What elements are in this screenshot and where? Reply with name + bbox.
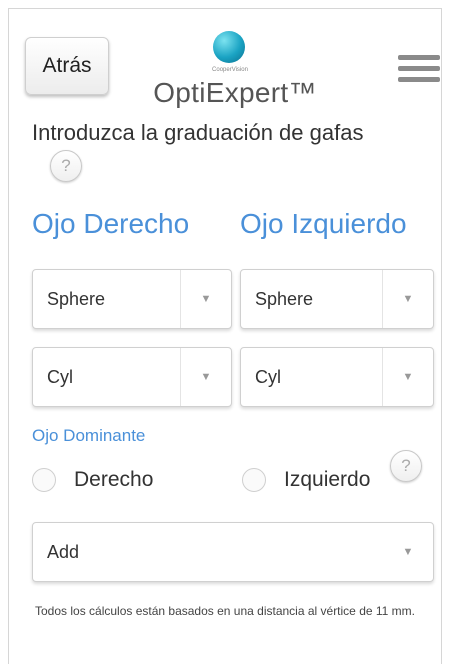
select-value: Add — [47, 542, 80, 562]
chevron-down-icon: ▼ — [382, 270, 433, 328]
question-mark-icon[interactable]: ? — [50, 150, 82, 182]
opti-expert-logo: CooperVision OptiExpert™ — [150, 25, 320, 117]
logo-ball-icon — [213, 31, 245, 63]
select-value: Cyl — [255, 367, 281, 387]
left-eye-title: Ojo Izquierdo — [240, 208, 407, 239]
radio-label: Izquierdo — [284, 468, 371, 491]
chevron-down-icon: ▼ — [382, 348, 433, 406]
back-button[interactable]: Atrás — [25, 37, 109, 95]
add-select[interactable]: Add ▼ — [32, 522, 434, 582]
chevron-down-icon: ▼ — [402, 546, 414, 558]
page-heading: Introduzca la graduación de gafas — [32, 120, 364, 145]
logo-name: OptiExpert™ — [153, 77, 317, 108]
right-sphere-select[interactable]: Sphere ▼ — [32, 269, 232, 329]
chevron-down-icon: ▼ — [180, 270, 231, 328]
right-eye-title: Ojo Derecho — [32, 208, 190, 239]
vertex-distance-footnote: Todos los cálculos están basados en una … — [35, 604, 415, 618]
right-cyl-select[interactable]: Cyl ▼ — [32, 347, 232, 407]
hamburger-menu-icon[interactable] — [398, 55, 440, 85]
select-value: Cyl — [47, 367, 73, 387]
dominant-eye-label: Ojo Dominante — [32, 426, 146, 445]
radio-label: Derecho — [74, 468, 154, 491]
logo-brand-small: CooperVision — [212, 67, 248, 73]
left-sphere-select[interactable]: Sphere ▼ — [240, 269, 434, 329]
radio-left-eye[interactable]: Izquierdo — [242, 468, 370, 492]
question-mark-icon[interactable]: ? — [390, 450, 422, 482]
left-cyl-select[interactable]: Cyl ▼ — [240, 347, 434, 407]
radio-button[interactable] — [32, 468, 56, 492]
radio-right-eye[interactable]: Derecho — [32, 468, 153, 492]
select-value: Sphere — [47, 289, 106, 309]
chevron-down-icon: ▼ — [180, 348, 231, 406]
select-value: Sphere — [255, 289, 314, 309]
radio-button[interactable] — [242, 468, 266, 492]
